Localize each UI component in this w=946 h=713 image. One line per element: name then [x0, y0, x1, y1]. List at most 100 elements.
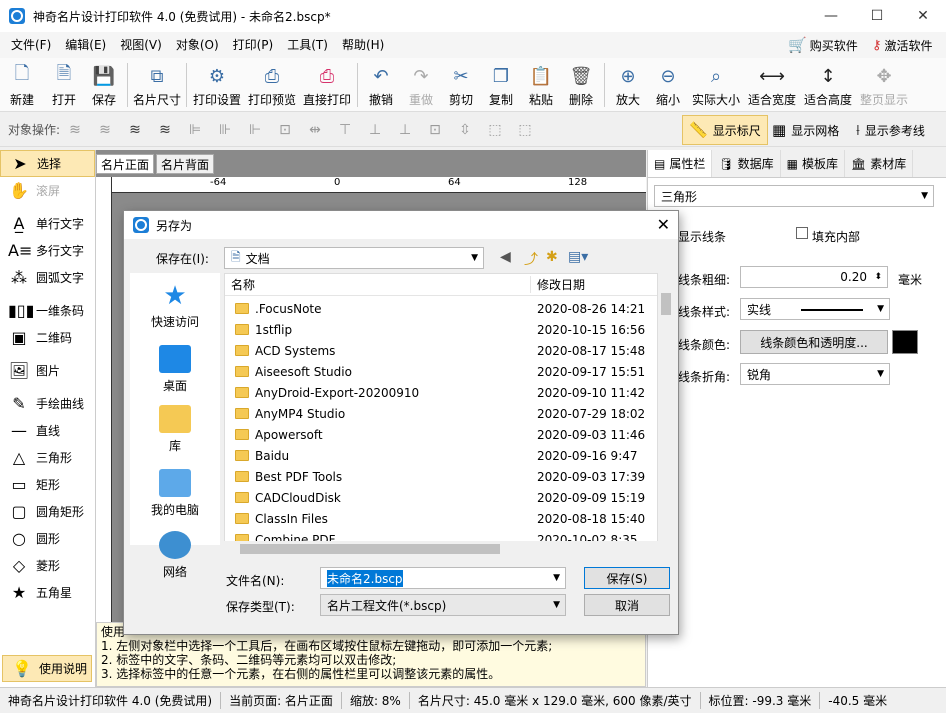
- menu-file[interactable]: 文件(F): [4, 32, 58, 58]
- line-color-swatch[interactable]: [892, 330, 918, 354]
- place-network[interactable]: 网络: [130, 531, 220, 580]
- vertical-scrollbar[interactable]: [658, 273, 674, 541]
- zoom-out-button[interactable]: ⊖ 缩小: [648, 58, 688, 108]
- menu-view[interactable]: 视图(V): [113, 32, 169, 58]
- file-row[interactable]: 1stflip 2020-10-15 16:56: [225, 319, 657, 340]
- place-computer[interactable]: 我的电脑: [130, 469, 220, 518]
- tool-arc-text[interactable]: ⁂ 圆弧文字: [0, 264, 95, 291]
- align-left-icon[interactable]: ⊫: [184, 119, 206, 141]
- menu-object[interactable]: 对象(O): [169, 32, 226, 58]
- group-icon[interactable]: ⬚: [484, 119, 506, 141]
- copy-button[interactable]: ❐ 复制: [481, 58, 521, 108]
- tool-triangle[interactable]: △ 三角形: [0, 444, 95, 471]
- fit-height-button[interactable]: ↕ 适合高度: [800, 58, 856, 108]
- tool-single-line-text[interactable]: A̲ 单行文字: [0, 210, 95, 237]
- fit-width-button[interactable]: ⟷ 适合宽度: [744, 58, 800, 108]
- tab-card-back[interactable]: 名片背面: [156, 154, 215, 174]
- tab-templates[interactable]: ▦ 模板库: [781, 150, 845, 177]
- card-size-button[interactable]: ⧉ 名片尺寸: [131, 58, 183, 108]
- fit-page-button[interactable]: ✥ 整页显示: [856, 58, 912, 108]
- zoom-in-button[interactable]: ⊕ 放大: [608, 58, 648, 108]
- distribute-h-icon[interactable]: ⊡: [274, 119, 296, 141]
- cancel-button[interactable]: 取消: [584, 594, 670, 616]
- line-corner-select[interactable]: 锐角 ▼: [740, 363, 890, 385]
- file-row[interactable]: Best PDF Tools 2020-09-03 17:39: [225, 466, 657, 487]
- tool-barcode[interactable]: ▮▯▮ 一维条码: [0, 297, 95, 324]
- tool-line[interactable]: — 直线: [0, 417, 95, 444]
- menu-tools[interactable]: 工具(T): [280, 32, 335, 58]
- new-button[interactable]: 🗋 新建: [0, 58, 44, 108]
- filename-input[interactable]: 未命名2.bscp ▼: [320, 567, 566, 589]
- filetype-select[interactable]: 名片工程文件(*.bscp) ▼: [320, 594, 566, 616]
- open-button[interactable]: 🗎 打开: [44, 58, 84, 108]
- save-button[interactable]: 保存(S): [584, 567, 670, 589]
- tool-star[interactable]: ★ 五角星: [0, 579, 95, 606]
- show-grid-toggle[interactable]: ▦ 显示网格: [766, 115, 845, 145]
- undo-button[interactable]: ↶ 撤销: [361, 58, 401, 108]
- paste-button[interactable]: 📋 粘贴: [521, 58, 561, 108]
- help-button[interactable]: 💡 使用说明: [2, 655, 92, 682]
- print-setup-button[interactable]: ⚙ 打印设置: [190, 58, 244, 108]
- fill-inside-checkbox[interactable]: [796, 227, 808, 239]
- show-guides-toggle[interactable]: ⟊ 显示参考线: [850, 115, 931, 145]
- layer-bottom-icon[interactable]: ≋: [154, 119, 176, 141]
- file-row[interactable]: .FocusNote 2020-08-26 14:21: [225, 298, 657, 319]
- view-menu-icon[interactable]: ▤▾: [568, 249, 588, 265]
- menu-print[interactable]: 打印(P): [226, 32, 281, 58]
- maximize-button[interactable]: ☐: [854, 0, 900, 32]
- direct-print-button[interactable]: ⎙ 直接打印: [300, 58, 354, 108]
- place-libraries[interactable]: 库: [130, 405, 220, 454]
- column-date[interactable]: 修改日期: [531, 276, 585, 293]
- menu-edit[interactable]: 编辑(E): [58, 32, 113, 58]
- tab-card-front[interactable]: 名片正面: [96, 154, 155, 174]
- tool-multi-line-text[interactable]: A≡ 多行文字: [0, 237, 95, 264]
- align-bottom-icon[interactable]: ⊥: [394, 119, 416, 141]
- tab-properties[interactable]: ▤ 属性栏: [648, 150, 713, 177]
- print-preview-button[interactable]: ⎙ 打印预览: [244, 58, 300, 108]
- close-icon[interactable]: ✕: [657, 215, 670, 234]
- save-in-select[interactable]: 🗎 文档 ▼: [224, 247, 484, 269]
- up-folder-icon[interactable]: ⤴: [524, 249, 538, 269]
- back-icon[interactable]: ◀: [500, 249, 511, 265]
- align-top-icon[interactable]: ⊤: [334, 119, 356, 141]
- tab-materials[interactable]: 🏛 素材库: [845, 150, 914, 177]
- line-color-button[interactable]: 线条颜色和透明度...: [740, 330, 888, 354]
- tool-scroll[interactable]: ✋ 滚屏: [0, 177, 95, 204]
- menu-help[interactable]: 帮助(H): [335, 32, 391, 58]
- tool-diamond[interactable]: ◇ 菱形: [0, 552, 95, 579]
- redo-button[interactable]: ↷ 重做: [401, 58, 441, 108]
- place-quick-access[interactable]: ★ 快速访问: [130, 281, 220, 330]
- close-button[interactable]: ✕: [900, 0, 946, 32]
- horizontal-scrollbar[interactable]: [224, 541, 658, 557]
- new-folder-icon[interactable]: ✱: [546, 249, 558, 265]
- ungroup-icon[interactable]: ⬚: [514, 119, 536, 141]
- minimize-button[interactable]: —: [808, 0, 854, 32]
- layer-down-icon[interactable]: ≋: [94, 119, 116, 141]
- file-row[interactable]: AnyMP4 Studio 2020-07-29 18:02: [225, 403, 657, 424]
- file-row[interactable]: Baidu 2020-09-16 9:47: [225, 445, 657, 466]
- layer-up-icon[interactable]: ≋: [64, 119, 86, 141]
- tool-rectangle[interactable]: ▭ 矩形: [0, 471, 95, 498]
- scroll-thumb[interactable]: [661, 293, 671, 315]
- line-style-select[interactable]: 实线 ▼: [740, 298, 890, 320]
- buy-software-button[interactable]: 🛒 购买软件: [788, 32, 858, 58]
- space-v-icon[interactable]: ⇳: [454, 119, 476, 141]
- file-row[interactable]: ClassIn Files 2020-08-18 15:40: [225, 508, 657, 529]
- tool-qrcode[interactable]: ▣ 二维码: [0, 324, 95, 351]
- scroll-thumb[interactable]: [240, 544, 500, 554]
- file-row[interactable]: Apowersoft 2020-09-03 11:46: [225, 424, 657, 445]
- show-ruler-toggle[interactable]: 📏 显示标尺: [682, 115, 768, 145]
- line-width-spinner[interactable]: 0.20 ⬍: [740, 266, 888, 288]
- activate-software-button[interactable]: ⚷ 激活软件: [872, 32, 933, 58]
- align-right-icon[interactable]: ⊩: [244, 119, 266, 141]
- align-middle-icon[interactable]: ⊥: [364, 119, 386, 141]
- file-row[interactable]: Aiseesoft Studio 2020-09-17 15:51: [225, 361, 657, 382]
- tool-image[interactable]: 🖼 图片: [0, 357, 95, 384]
- tool-select[interactable]: ➤ 选择: [0, 150, 95, 177]
- tab-database[interactable]: 🛢 数据库: [712, 150, 781, 177]
- file-row[interactable]: AnyDroid-Export-20200910 2020-09-10 11:42: [225, 382, 657, 403]
- tool-freehand[interactable]: ✎ 手绘曲线: [0, 390, 95, 417]
- file-row[interactable]: ACD Systems 2020-08-17 15:48: [225, 340, 657, 361]
- actual-size-button[interactable]: ⌕ 实际大小: [688, 58, 744, 108]
- tool-circle[interactable]: ○ 圆形: [0, 525, 95, 552]
